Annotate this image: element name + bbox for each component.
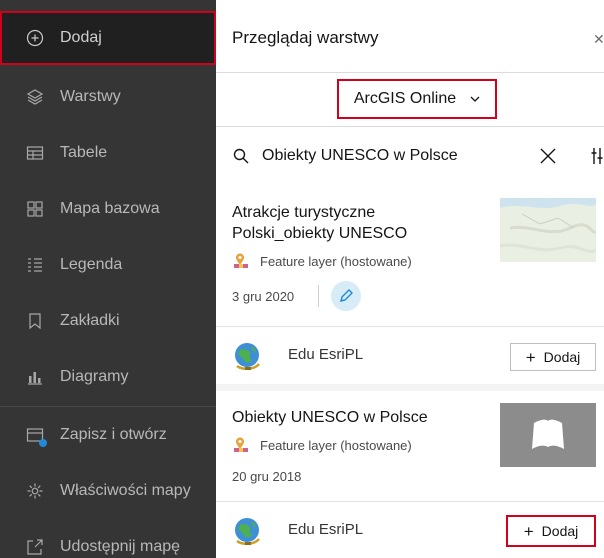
chevron-down-icon [470, 96, 480, 102]
sidebar-item-share[interactable]: Udostępnij mapę [0, 520, 216, 558]
search-bar [216, 127, 604, 184]
item-thumbnail[interactable] [500, 403, 596, 467]
item-date: 20 gru 2018 [232, 469, 302, 484]
plus-icon: + [525, 347, 536, 367]
sidebar-item-label: Diagramy [60, 368, 129, 385]
map-thumbnail[interactable] [500, 198, 596, 262]
list-item[interactable]: Obiekty UNESCO w Polsce Feature layer (h… [216, 391, 604, 501]
book-icon [532, 419, 564, 449]
add-circle-icon [26, 29, 44, 47]
share-icon [26, 538, 44, 556]
table-icon [26, 144, 44, 162]
results-list: Atrakcje turystyczne Polski_obiekty UNES… [216, 186, 604, 558]
item-title[interactable]: Atrakcje turystyczne Polski_obiekty UNES… [232, 202, 407, 244]
sidebar-item-layers[interactable]: Warstwy [0, 70, 216, 124]
unsaved-indicator [39, 439, 47, 447]
sidebar-item-save-open[interactable]: Zapisz i otwórz [0, 408, 216, 462]
pencil-icon [340, 289, 353, 302]
divider [216, 72, 604, 73]
sidebar-item-label: Warstwy [60, 88, 121, 105]
plus-icon: + [523, 521, 534, 541]
feature-layer-icon [234, 253, 248, 268]
sidebar-item-label: Legenda [60, 256, 123, 273]
source-dropdown-value: ArcGIS Online [353, 90, 457, 107]
sidebar-item-label: Dodaj [60, 29, 102, 46]
sidebar-item-legend[interactable]: Legenda [0, 238, 216, 292]
sidebar-item-label: Właściwości mapy [60, 482, 191, 499]
add-layer-button[interactable]: + Dodaj [506, 515, 596, 547]
item-date: 3 gru 2020 [232, 289, 295, 304]
panel-header: Przeglądaj warstwy ✕ [216, 0, 604, 72]
owner-row: Edu EsriPL + Dodaj [216, 501, 604, 558]
search-icon [233, 148, 249, 164]
item-type: Feature layer (hostowane) [232, 436, 412, 454]
sidebar-item-basemap[interactable]: Mapa bazowa [0, 182, 216, 236]
item-title[interactable]: Obiekty UNESCO w Polsce [232, 407, 428, 428]
sidebar-item-label: Zakładki [60, 312, 120, 329]
sidebar: Dodaj Warstwy Tabele Mapa bazowa Legenda… [0, 0, 216, 558]
basemap-icon [26, 200, 44, 218]
browse-layers-panel: Przeglądaj warstwy ✕ ArcGIS Online Atrak… [216, 0, 604, 558]
sidebar-item-label: Tabele [60, 144, 108, 161]
owner-row: Edu EsriPL + Dodaj [216, 326, 604, 384]
divider [318, 285, 319, 307]
filter-icon[interactable] [591, 146, 604, 166]
owner-avatar[interactable] [232, 515, 264, 547]
sidebar-item-label: Udostępnij mapę [60, 538, 181, 555]
sidebar-item-add[interactable]: Dodaj [0, 11, 216, 65]
source-dropdown[interactable]: ArcGIS Online [337, 79, 497, 119]
list-item[interactable]: Atrakcje turystyczne Polski_obiekty UNES… [216, 186, 604, 326]
sidebar-item-tables[interactable]: Tabele [0, 126, 216, 180]
owner-avatar[interactable] [232, 340, 264, 372]
sidebar-item-charts[interactable]: Diagramy [0, 350, 216, 404]
clear-search-icon[interactable] [539, 147, 557, 165]
gear-icon [26, 482, 44, 500]
search-input[interactable] [262, 144, 512, 168]
legend-icon [26, 256, 44, 274]
sidebar-item-label: Mapa bazowa [60, 200, 160, 217]
sidebar-divider [0, 406, 216, 407]
owner-name[interactable]: Edu EsriPL [288, 521, 363, 538]
chart-icon [26, 368, 44, 386]
close-icon[interactable]: ✕ [593, 31, 604, 48]
layers-icon [26, 88, 44, 106]
item-type: Feature layer (hostowane) [232, 252, 412, 270]
owner-name[interactable]: Edu EsriPL [288, 346, 363, 363]
edit-button[interactable] [331, 281, 361, 311]
feature-layer-icon [234, 437, 248, 452]
sidebar-item-map-properties[interactable]: Właściwości mapy [0, 464, 216, 518]
sidebar-item-label: Zapisz i otwórz [60, 426, 167, 443]
sidebar-item-bookmarks[interactable]: Zakładki [0, 294, 216, 348]
add-layer-button[interactable]: + Dodaj [510, 343, 596, 371]
panel-title: Przeglądaj warstwy [232, 28, 379, 47]
save-icon [26, 426, 47, 447]
bookmark-icon [26, 312, 44, 330]
